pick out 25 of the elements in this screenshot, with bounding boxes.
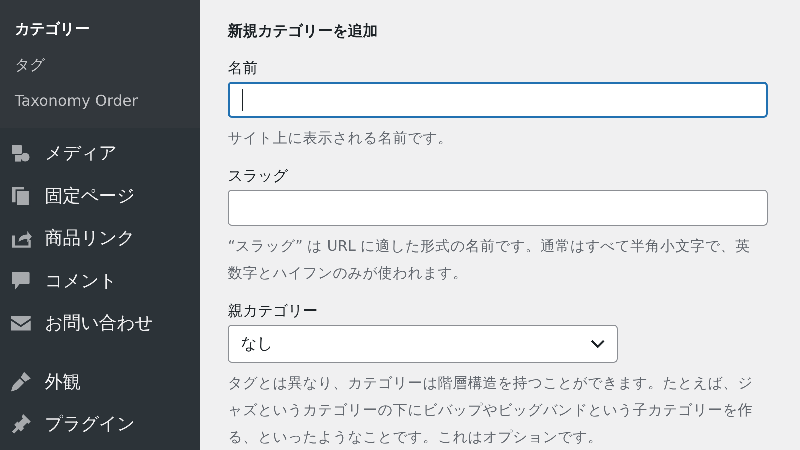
brush-icon [10,370,32,393]
help-text: “スラッグ” は URL に適した形式の名前です。通常はすべて半角小文字で、英数字とハイフンのみが使われます。 [228,238,752,284]
input-field[interactable] [228,82,768,118]
pages-icon [10,184,32,207]
input-field[interactable] [228,190,768,226]
submenu-item[interactable]: カテゴリー [0,14,200,50]
menu-item[interactable]: お問い合わせ [0,302,200,344]
menu-item[interactable]: 商品リンク [0,217,200,260]
submenu-item[interactable]: Taxonomy Order [0,86,200,122]
field-label: 名前 [228,59,259,78]
help-text: サイト上に表示される名前です。 [228,130,454,149]
menu-item[interactable]: 外観 [0,360,200,403]
plug-icon [10,413,32,436]
help-text: タグとは異なり、カテゴリーは階層構造を持つことができます。たとえば、ジャズというカテゴリーの下にビバップやビッグバンドという子カテゴリーを作る、といったようなことです。これはオプションです。 [228,375,754,448]
parent-dropdown[interactable]: なし [228,325,618,363]
form-heading: 新規カテゴリーを追加 [228,22,379,41]
field-label: スラッグ [228,167,290,186]
menu-item[interactable]: コメント [0,260,200,302]
comment-bubble-icon [10,270,32,292]
menu-item[interactable]: 固定ページ [0,174,200,217]
submenu-item[interactable]: タグ [0,50,200,86]
field-label: 親カテゴリー [228,302,319,321]
chevron-down-icon [591,340,605,348]
menu-item[interactable]: プラグイン [0,403,200,446]
menu-item[interactable]: メディア [0,132,200,174]
